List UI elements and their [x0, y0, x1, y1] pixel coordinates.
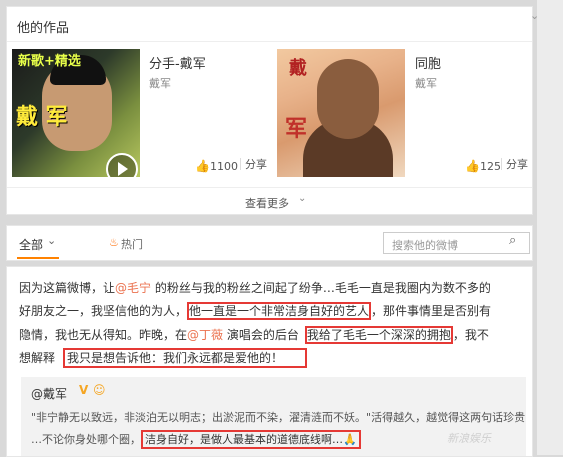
verified-icon: V	[79, 383, 89, 397]
highlighted-text: 洁身自好，是做人最基本的道德底线啊…🙏	[141, 430, 361, 449]
play-icon[interactable]	[106, 153, 138, 177]
search-icon[interactable]: ⌕	[509, 233, 516, 248]
divider	[7, 187, 532, 188]
chevron-down-icon[interactable]: ⌄	[47, 234, 56, 247]
post-text-line: 好朋友之一，我坚信他的为人， 他一直是一个非常洁身自好的艺人 ，那件事情里是否别有	[19, 302, 492, 320]
fire-icon: ♨	[109, 236, 119, 249]
text-segment: 的粉丝与我的粉丝之间起了纷争…毛毛一直是我圈内为数不多的	[151, 281, 491, 295]
chevron-down-icon[interactable]: ⌄	[530, 9, 539, 22]
song-artist: 戴军	[149, 77, 171, 90]
works-card: 他的作品 新歌+精选 戴 军 分手-戴军 戴军 👍1100 分享 戴 军 同胞 …	[6, 6, 533, 215]
mention-link[interactable]: @毛宁	[115, 281, 151, 295]
thumb-up-icon: 👍	[195, 159, 210, 173]
cover-text-big: 戴 军	[16, 105, 68, 130]
divider	[240, 158, 241, 170]
highlighted-text: 我只是想告诉他：我们永远都是爱他的！	[63, 348, 308, 368]
text-segment: 洁身自好，是做人最基本的道德底线啊…	[145, 433, 343, 446]
text-segment: ，那件事情里是否别有	[371, 304, 492, 318]
text-segment: 因为这篇微博，让	[19, 281, 116, 295]
text-segment: 好朋友之一，我坚信他的为人，	[19, 304, 188, 318]
song-title[interactable]: 分手-戴军	[149, 53, 206, 72]
tab-hot[interactable]: 热门	[121, 236, 143, 252]
quote-line: "非宁静无以致远，非淡泊无以明志；出淤泥而不染，濯清涟而不妖。"活得越久，越觉得…	[31, 411, 526, 424]
song-title[interactable]: 同胞	[415, 53, 441, 72]
thumb-up-icon: 👍	[465, 159, 480, 173]
highlighted-text: 他一直是一个非常洁身自好的艺人	[187, 302, 372, 320]
text-segment: 演唱会的后台	[223, 328, 299, 342]
album-cover-1[interactable]: 新歌+精选 戴 军	[12, 49, 140, 177]
window-edge	[537, 0, 563, 455]
post-text-line: 隐情，我也无从得知。昨晚，在@丁薇 演唱会的后台 我给了毛毛一个深深的拥抱 ，我不	[19, 326, 489, 344]
text-segment: …不论你身处哪个圈，	[31, 433, 141, 446]
tab-all[interactable]: 全部	[19, 236, 43, 253]
text-segment: 隐情，我也无从得知。昨晚，在	[19, 328, 188, 342]
works-title: 他的作品	[17, 21, 70, 36]
search-box[interactable]: 搜索他的微博 ⌕	[383, 232, 530, 254]
pray-icon: 🙏	[343, 433, 357, 446]
feed-tab-bar: 全部 ⌄ ♨ 热门 搜索他的微博 ⌕	[6, 225, 533, 261]
like-count: 1100	[209, 160, 238, 173]
song-artist: 戴军	[415, 77, 437, 90]
quote-line: …不论你身处哪个圈， 洁身自好，是做人最基本的道德底线啊…🙏	[31, 430, 361, 449]
like-count: 125	[479, 160, 501, 173]
search-input[interactable]: 搜索他的微博	[392, 237, 458, 253]
cover-portrait	[317, 59, 379, 139]
divider	[7, 41, 532, 42]
album-cover-2[interactable]: 戴 军	[277, 49, 405, 177]
post-text-line: 想解释 我只是想告诉他：我们永远都是爱他的！	[19, 348, 308, 368]
post-text-line: 因为这篇微博，让@毛宁 的粉丝与我的粉丝之间起了纷争…毛毛一直是我圈内为数不多的	[19, 279, 491, 296]
quoted-author[interactable]: @戴军	[31, 385, 67, 402]
weibo-post: 因为这篇微博，让@毛宁 的粉丝与我的粉丝之间起了纷争…毛毛一直是我圈内为数不多的…	[6, 266, 533, 457]
cover-text-big: 军	[285, 117, 308, 142]
share-button[interactable]: 分享	[506, 156, 528, 172]
divider	[501, 158, 502, 170]
like-button[interactable]: 👍1100	[195, 155, 238, 174]
watermark: 新浪娱乐	[447, 432, 491, 445]
mention-link[interactable]: @丁薇	[187, 328, 223, 342]
active-tab-indicator	[17, 257, 59, 259]
cover-text-small: 新歌+精选	[18, 54, 81, 69]
cover-text-small: 戴	[289, 58, 307, 79]
text-segment: 想解释	[19, 351, 56, 365]
share-button[interactable]: 分享	[245, 156, 267, 172]
chevron-down-icon[interactable]: ⌄	[298, 193, 306, 204]
like-button[interactable]: 👍125	[465, 155, 501, 174]
highlighted-text: 我给了毛毛一个深深的拥抱	[304, 326, 453, 344]
view-more-link[interactable]: 查看更多	[245, 195, 289, 211]
smile-icon: ☺	[93, 383, 106, 397]
text-segment: ，我不	[452, 328, 489, 342]
